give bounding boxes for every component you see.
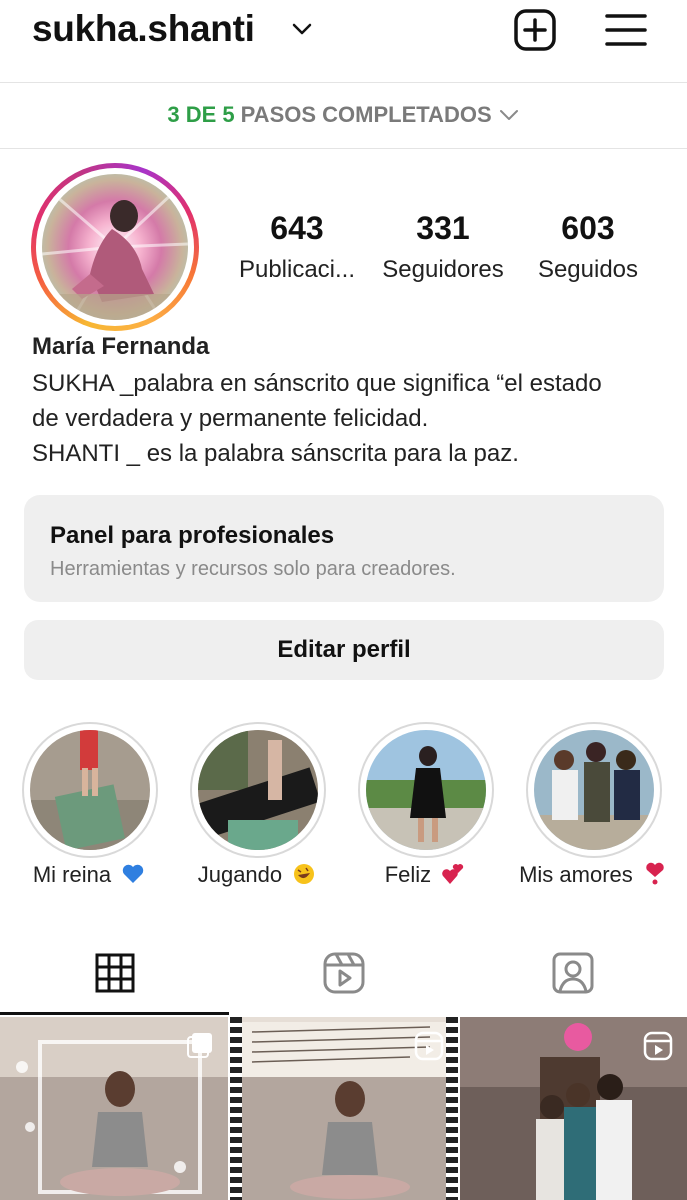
highlight-label: Mis amores	[508, 862, 678, 888]
highlight-ring[interactable]	[358, 722, 494, 858]
bio-line: de verdadera y permanente felicidad.	[32, 405, 429, 432]
reel-icon	[643, 1031, 673, 1061]
blue-heart-icon	[122, 864, 144, 883]
posts-label: Publicaci...	[238, 256, 356, 283]
avatar[interactable]	[42, 174, 188, 320]
bio-line: SHANTI _ es la palabra sánscrita para la…	[32, 440, 519, 467]
following-count: 603	[561, 210, 615, 246]
profile-tabs	[0, 930, 687, 1015]
rolling-laughing-icon	[294, 864, 315, 884]
chevron-down-icon[interactable]	[292, 22, 312, 36]
highlight-cover	[30, 730, 150, 850]
post-thumbnail[interactable]	[230, 1017, 458, 1200]
profile-bio: SUKHA _palabra en sánscrito que signific…	[32, 366, 672, 471]
followers-count: 331	[416, 210, 470, 246]
film-strip	[230, 1017, 242, 1200]
highlight-cover	[366, 730, 486, 850]
film-strip	[446, 1017, 458, 1200]
highlight-label-text: Mis amores	[519, 862, 633, 887]
highlight-ring[interactable]	[22, 722, 158, 858]
steps-done: 3 DE 5	[167, 102, 235, 127]
edit-profile-button[interactable]: Editar perfil	[24, 620, 664, 680]
multi-photo-icon	[187, 1033, 212, 1058]
reel-icon	[414, 1031, 444, 1061]
highlight-label-text: Feliz	[384, 862, 432, 887]
highlight-ring[interactable]	[190, 722, 326, 858]
reels-icon	[323, 952, 364, 993]
stat-posts[interactable]: 643 Publicaci...	[222, 210, 372, 284]
profile-header: sukha.shanti	[0, 0, 687, 83]
red-heart-exclamation-icon	[646, 862, 664, 885]
steps-label: PASOS COMPLETADOS	[240, 102, 492, 127]
chevron-down-icon	[499, 110, 518, 120]
highlight-label-text: Mi reina	[32, 862, 112, 887]
highlight-cover	[198, 730, 318, 850]
tab-grid[interactable]	[0, 930, 229, 1015]
tab-reels[interactable]	[229, 930, 458, 1015]
professional-dashboard-card[interactable]: Panel para profesionales Herramientas y …	[24, 495, 664, 602]
panel-subtitle: Herramientas y recursos solo para creado…	[50, 558, 456, 580]
highlight-cover	[534, 730, 654, 850]
highlight-ring[interactable]	[526, 722, 662, 858]
panel-title: Panel para profesionales	[50, 522, 335, 549]
setup-steps-banner[interactable]: 3 DE 5 PASOS COMPLETADOS	[0, 82, 687, 149]
followers-label: Seguidores	[382, 256, 504, 283]
post-thumbnail[interactable]	[460, 1017, 687, 1200]
username[interactable]: sukha.shanti	[32, 8, 255, 50]
highlight-label: Feliz	[340, 862, 510, 888]
highlight-label: Jugando	[172, 862, 342, 888]
grid-icon	[95, 953, 134, 992]
tab-tagged[interactable]	[458, 930, 687, 1015]
post-thumbnail[interactable]	[0, 1017, 228, 1200]
plus-square-icon[interactable]	[513, 8, 557, 52]
stat-following[interactable]: 603 Seguidos	[513, 210, 663, 284]
two-hearts-icon	[442, 864, 464, 884]
highlight-label-text: Jugando	[197, 862, 283, 887]
stat-followers[interactable]: 331 Seguidores	[368, 210, 518, 284]
profile-name: María Fernanda	[32, 333, 210, 360]
posts-count: 643	[270, 210, 324, 246]
bio-line: SUKHA _palabra en sánscrito que signific…	[32, 370, 602, 397]
hamburger-menu-icon[interactable]	[605, 12, 647, 48]
highlight-label: Mi reina	[4, 862, 174, 888]
following-label: Seguidos	[537, 256, 639, 283]
avatar-story-ring[interactable]	[31, 163, 199, 331]
active-tab-indicator	[0, 1012, 229, 1015]
avatar-photo	[42, 177, 188, 320]
tagged-icon	[552, 952, 593, 993]
